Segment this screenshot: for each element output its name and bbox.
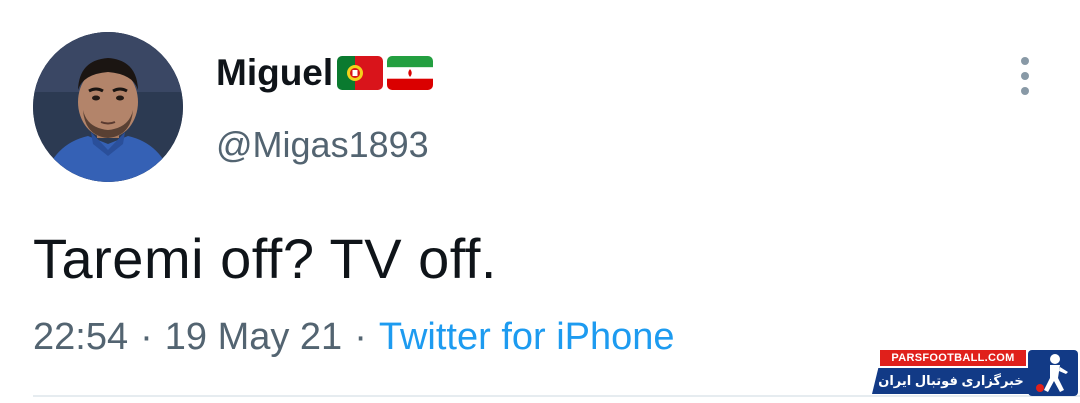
watermark-tagline: خبرگزاری فوتبال ایران	[872, 368, 1030, 394]
avatar[interactable]	[33, 32, 183, 182]
parsfootball-logo-icon	[1028, 350, 1078, 396]
tweet-meta: 22:54 · 19 May 21 · Twitter for iPhone	[33, 316, 675, 359]
more-options-button[interactable]	[1008, 56, 1042, 96]
tweet-source-link[interactable]: Twitter for iPhone	[379, 316, 675, 358]
portugal-flag-icon	[337, 56, 384, 90]
avatar-image	[33, 32, 183, 182]
watermark: PARSFOOTBALL.COM خبرگزاری فوتبال ایران	[872, 348, 1080, 398]
meta-separator: ·	[354, 316, 367, 358]
iran-flag-icon	[387, 56, 434, 90]
tweet-date[interactable]: 19 May 21	[165, 316, 342, 358]
author-handle[interactable]: @Migas1893	[216, 124, 429, 166]
more-dot-icon	[1021, 57, 1029, 65]
tweet-text: Taremi off? TV off.	[33, 227, 497, 290]
display-name[interactable]: Miguel	[216, 52, 333, 94]
more-dot-icon	[1021, 72, 1029, 80]
tweet-time[interactable]: 22:54	[33, 316, 128, 358]
meta-separator: ·	[140, 316, 153, 358]
more-dot-icon	[1021, 87, 1029, 95]
watermark-site: PARSFOOTBALL.COM	[880, 350, 1026, 366]
author-name-row[interactable]: Miguel	[216, 52, 434, 94]
